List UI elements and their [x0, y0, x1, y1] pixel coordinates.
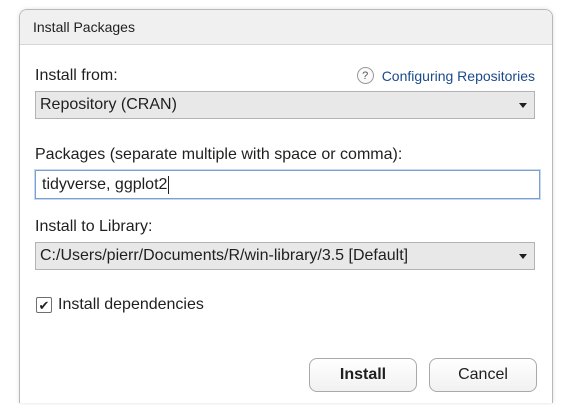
packages-input-value: tidyverse, ggplot2 — [42, 175, 168, 193]
install-dependencies-row[interactable]: ✔ Install dependencies — [36, 296, 204, 314]
packages-input[interactable]: tidyverse, ggplot2 — [35, 170, 540, 199]
install-button[interactable]: Install — [309, 358, 417, 392]
install-from-value: Repository (CRAN) — [40, 96, 177, 113]
library-label: Install to Library: — [35, 218, 153, 235]
configuring-repositories-link[interactable]: ? Configuring Repositories — [356, 67, 535, 84]
library-select[interactable]: C:/Users/pierr/Documents/R/win-library/3… — [35, 242, 535, 270]
chevron-down-icon[interactable] — [519, 254, 527, 259]
text-cursor — [168, 175, 170, 194]
library-value: C:/Users/pierr/Documents/R/win-library/3… — [40, 247, 409, 264]
install-packages-dialog: Install Packages Install from: ? Configu… — [19, 9, 553, 403]
chevron-down-icon[interactable] — [519, 103, 527, 108]
install-dependencies-checkbox[interactable]: ✔ — [36, 297, 52, 313]
question-circle-icon[interactable]: ? — [356, 67, 374, 84]
install-from-label: Install from: — [35, 67, 118, 84]
configuring-repositories-label[interactable]: Configuring Repositories — [382, 68, 535, 84]
dialog-title: Install Packages — [33, 19, 135, 35]
packages-label: Packages (separate multiple with space o… — [35, 146, 403, 163]
cancel-button[interactable]: Cancel — [429, 358, 537, 392]
dialog-titlebar: Install Packages — [20, 10, 552, 45]
install-dependencies-label[interactable]: Install dependencies — [58, 296, 204, 314]
install-from-select[interactable]: Repository (CRAN) — [35, 91, 535, 119]
